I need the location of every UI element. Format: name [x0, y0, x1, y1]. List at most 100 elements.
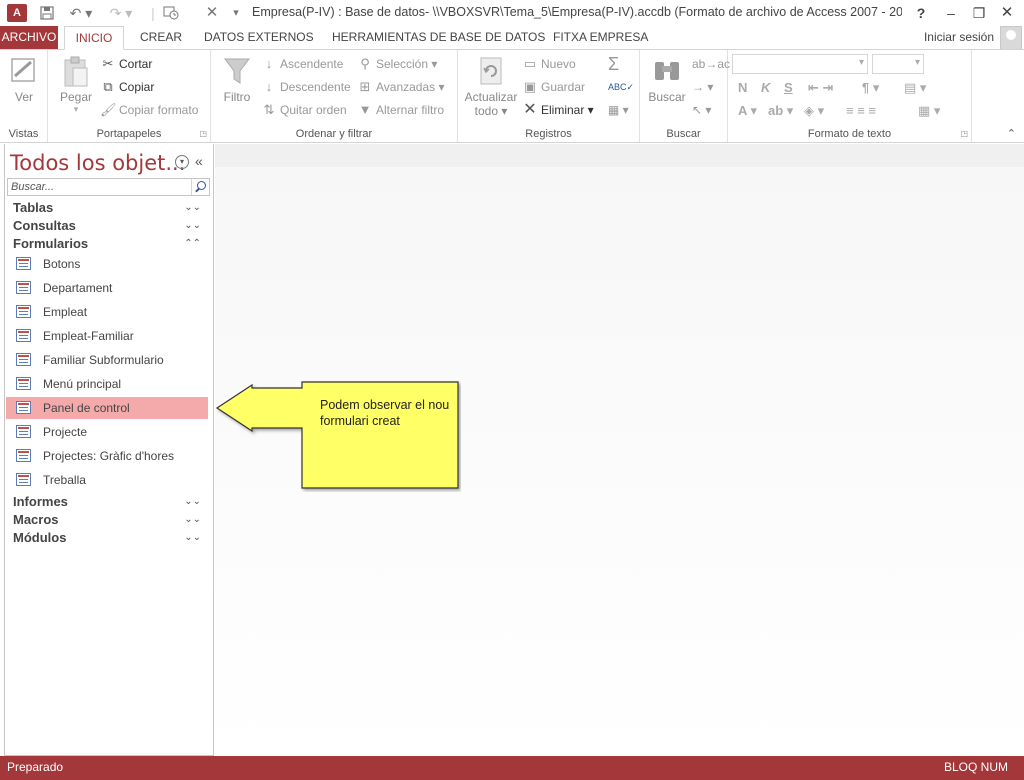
- copiar-button[interactable]: ⧉ Copiar: [100, 77, 154, 97]
- fill-color-icon[interactable]: ◈ ▾: [804, 103, 824, 119]
- goto-icon[interactable]: → ▾: [692, 77, 713, 97]
- list-item-selected[interactable]: Panel de control: [6, 397, 208, 419]
- list-item[interactable]: Menú principal: [6, 373, 208, 395]
- font-color-icon[interactable]: A ▾: [738, 103, 757, 119]
- replace-icon[interactable]: ab→ac: [692, 54, 730, 74]
- spelling-icon[interactable]: ABC✓: [608, 77, 634, 97]
- tab-fitxa-empresa[interactable]: FITXA EMPRESA: [547, 26, 654, 50]
- underline-icon[interactable]: S: [784, 80, 793, 95]
- more-records-icon[interactable]: ▦ ▾: [608, 100, 629, 120]
- list-item[interactable]: Departament: [6, 277, 208, 299]
- qat-separator: |: [151, 5, 155, 21]
- category-tablas[interactable]: Tablas ⌄⌄: [5, 199, 213, 217]
- tab-crear[interactable]: CREAR: [134, 26, 188, 50]
- category-label: Formularios: [13, 236, 89, 251]
- ver-button[interactable]: Ver: [6, 54, 42, 104]
- category-macros[interactable]: Macros ⌄⌄: [5, 511, 213, 529]
- tab-datos-externos[interactable]: DATOS EXTERNOS: [198, 26, 320, 50]
- collapse-pane-icon[interactable]: «: [195, 153, 203, 169]
- nav-header: Todos los objet... ▾ «: [5, 147, 213, 179]
- minimize-button[interactable]: –: [938, 2, 964, 24]
- descendente-button[interactable]: ↓ Descendente: [261, 77, 351, 97]
- help-button[interactable]: ?: [908, 2, 934, 24]
- avatar[interactable]: [1000, 26, 1022, 50]
- category-informes[interactable]: Informes ⌄⌄: [5, 493, 213, 511]
- avanzadas-button[interactable]: ⊞ Avanzadas ▾: [357, 77, 445, 97]
- copiar-formato-label: Copiar formato: [119, 103, 199, 117]
- highlight-icon[interactable]: ab ▾: [768, 103, 793, 119]
- alternar-filtro-button[interactable]: ▼ Alternar filtro: [357, 100, 444, 120]
- eliminar-button[interactable]: ✕ Eliminar ▾: [522, 100, 593, 120]
- descendente-label: Descendente: [280, 80, 351, 94]
- tab-archivo[interactable]: ARCHIVO: [0, 26, 58, 50]
- guardar-button[interactable]: ▣ Guardar: [522, 77, 585, 97]
- list-item[interactable]: Botons: [6, 253, 208, 275]
- list-item[interactable]: Treballa: [6, 469, 208, 491]
- dialog-launcher-icon[interactable]: ◳: [199, 129, 207, 138]
- ascendente-label: Ascendente: [280, 57, 344, 71]
- gridlines-icon[interactable]: ▤ ▾: [904, 80, 926, 96]
- bold-icon[interactable]: N: [738, 80, 747, 95]
- select-icon[interactable]: ↖ ▾: [692, 100, 711, 120]
- totals-sigma-icon[interactable]: Σ: [608, 54, 619, 74]
- sort-descending-icon: ↓: [265, 79, 273, 94]
- seleccion-button[interactable]: ⚲ Selección ▾: [357, 54, 437, 74]
- alt-row-color-icon[interactable]: ▦ ▾: [918, 103, 940, 119]
- navigation-pane: Todos los objet... ▾ « Tablas ⌄⌄ Consulta…: [4, 144, 214, 756]
- nav-title[interactable]: Todos los objet...: [10, 151, 185, 175]
- actualizar-label: Actualizar: [464, 90, 518, 104]
- category-formularios[interactable]: Formularios ⌃⌃: [5, 235, 213, 253]
- font-name-combo[interactable]: [732, 54, 868, 74]
- window-title: Empresa(P-IV) : Base de datos- \\VBOXSVR…: [252, 5, 902, 19]
- collapse-ribbon-icon[interactable]: ⌃: [1007, 127, 1016, 140]
- buscar-button[interactable]: Buscar: [646, 54, 688, 104]
- cortar-button[interactable]: ✂ Cortar: [100, 54, 153, 74]
- restore-button[interactable]: ❐: [966, 2, 992, 24]
- filtro-button[interactable]: Filtro: [217, 54, 257, 104]
- actualizar-todo-button[interactable]: Actualizar todo ▾: [462, 54, 520, 118]
- quitar-orden-button[interactable]: ⇅ Quitar orden: [261, 100, 347, 120]
- form-label: Treballa: [43, 473, 86, 487]
- pegar-button[interactable]: Pegar ▾: [56, 54, 96, 115]
- category-consultas[interactable]: Consultas ⌄⌄: [5, 217, 213, 235]
- sign-in-link[interactable]: Iniciar sesión: [924, 30, 994, 44]
- tab-herramientas[interactable]: HERRAMIENTAS DE BASE DE DATOS: [326, 26, 551, 50]
- indent-icons[interactable]: ⇤ ⇥: [808, 80, 833, 96]
- advanced-filter-icon: ⊞: [359, 79, 371, 94]
- italic-icon[interactable]: K: [761, 80, 770, 95]
- font-color-a: A: [738, 103, 747, 118]
- list-item[interactable]: Familiar Subformulario: [6, 349, 208, 371]
- tab-inicio[interactable]: INICIO: [64, 26, 124, 50]
- list-item[interactable]: Projectes: Gràfic d'hores: [6, 445, 208, 467]
- nuevo-button[interactable]: ▭ Nuevo: [522, 54, 576, 74]
- group-formato-texto: N K S ⇤ ⇥ ¶ ▾ ▤ ▾ A ▾ ab ▾ ◈ ▾ ≡ ≡ ≡ ▦ ▾…: [728, 50, 972, 142]
- customize-qat-icon[interactable]: [160, 2, 182, 24]
- form-label: Departament: [43, 281, 113, 295]
- close-icon[interactable]: ✕: [204, 2, 220, 24]
- list-item[interactable]: Empleat: [6, 301, 208, 323]
- form-icon: [16, 305, 31, 318]
- chevron-up-icon: ⌃⌃: [184, 238, 201, 249]
- list-item[interactable]: Empleat-Familiar: [6, 325, 208, 347]
- format-launcher-icon[interactable]: ◳: [960, 129, 968, 138]
- access-app-icon[interactable]: A: [7, 4, 27, 22]
- window-close-button[interactable]: ✕: [994, 2, 1020, 24]
- redo-icon[interactable]: ↷ ▾: [106, 2, 136, 24]
- search-icon[interactable]: [191, 179, 209, 195]
- copiar-formato-button[interactable]: 🖌 Copiar formato: [100, 100, 198, 120]
- category-modulos[interactable]: Módulos ⌄⌄: [5, 529, 213, 547]
- undo-icon[interactable]: ↶ ▾: [66, 2, 96, 24]
- paragraph-icon[interactable]: ¶ ▾: [862, 80, 879, 96]
- num-lock-indicator: BLOQ NUM: [943, 760, 1008, 774]
- nav-menu-chevron-icon[interactable]: ▾: [175, 155, 189, 169]
- save-icon[interactable]: [38, 2, 56, 24]
- align-icons[interactable]: ≡ ≡ ≡: [846, 103, 876, 118]
- ascendente-button[interactable]: ↓ Ascendente: [261, 54, 344, 74]
- font-size-combo[interactable]: [872, 54, 924, 74]
- category-label: Consultas: [13, 218, 76, 233]
- search-input[interactable]: [8, 179, 190, 195]
- save-record-icon: ▣: [523, 79, 537, 94]
- list-item[interactable]: Projecte: [6, 421, 208, 443]
- dropdown-icon[interactable]: ▾: [228, 2, 244, 24]
- category-label: Tablas: [13, 200, 54, 215]
